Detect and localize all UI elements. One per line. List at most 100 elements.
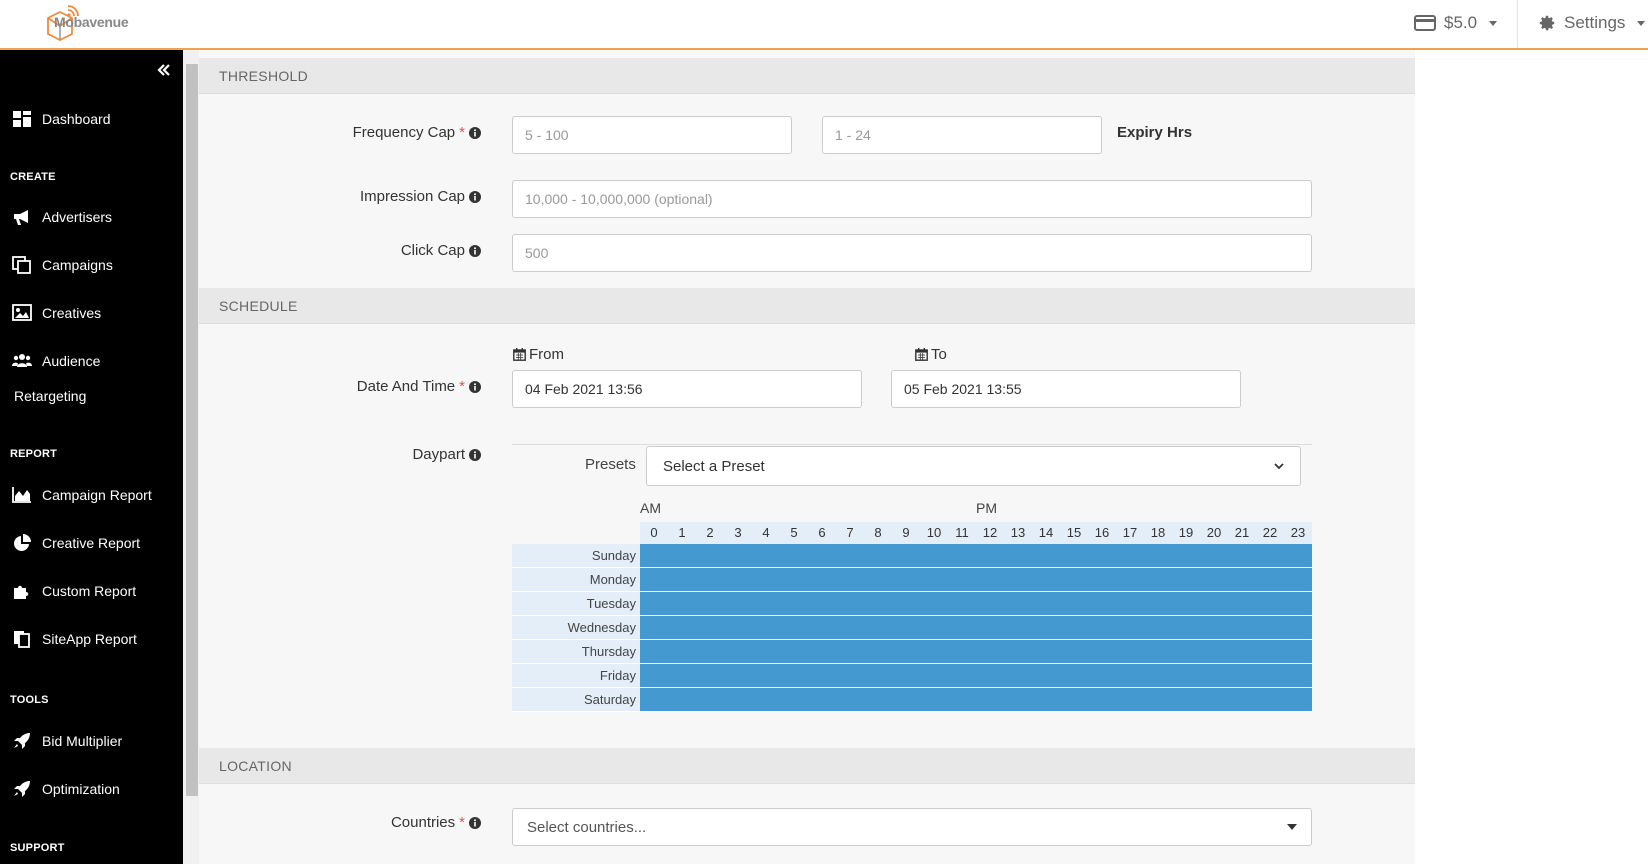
sidebar-item-label: Bid Multiplier: [42, 733, 123, 749]
sidebar-item-advertisers[interactable]: Advertisers: [12, 208, 112, 226]
label-text: Click Cap: [400, 242, 465, 259]
dashboard-icon: [13, 111, 31, 127]
sidebar-item-label[interactable]: Retargeting: [14, 388, 86, 404]
sidebar-item-dashboard[interactable]: Dashboard: [12, 110, 111, 128]
hour-label[interactable]: 0: [640, 522, 668, 544]
hour-label[interactable]: 19: [1172, 522, 1200, 544]
day-label[interactable]: Friday: [512, 664, 640, 688]
hour-label[interactable]: 15: [1060, 522, 1088, 544]
sidebar-item-creative-report[interactable]: Creative Report: [12, 534, 140, 552]
info-icon[interactable]: [469, 126, 481, 139]
sidebar-item-audience-retargeting[interactable]: Audience: [12, 352, 100, 370]
day-label[interactable]: Wednesday: [512, 616, 640, 640]
hour-label[interactable]: 16: [1088, 522, 1116, 544]
daypart-row[interactable]: [640, 544, 1312, 568]
megaphone-icon: [14, 210, 28, 225]
hour-label[interactable]: 21: [1228, 522, 1256, 544]
sidebar-item-siteapp-report[interactable]: SiteApp Report: [12, 630, 137, 648]
credit-card-icon: [1414, 15, 1436, 31]
hour-label[interactable]: 3: [724, 522, 752, 544]
daypart-row[interactable]: [640, 664, 1312, 688]
expiry-hours-input[interactable]: [822, 116, 1102, 154]
countries-placeholder: Select countries...: [527, 818, 647, 836]
frequency-cap-input[interactable]: [512, 116, 792, 154]
daypart-row[interactable]: [640, 616, 1312, 640]
impression-cap-input[interactable]: [512, 180, 1312, 218]
main-content: THRESHOLD Frequency Cap * Expiry Hrs Imp…: [199, 50, 1415, 864]
settings-dropdown[interactable]: Settings: [1538, 10, 1646, 36]
daypart-row[interactable]: [640, 568, 1312, 592]
sidebar-item-optimization[interactable]: Optimization: [12, 780, 120, 798]
divider: [512, 444, 1312, 445]
hours-header: 0 1 2 3 4 5 6 7 8 9 10 11 12 13 14 15 16 17 18 19 20 21 22 23: [640, 522, 1312, 544]
label-text: Frequency Cap: [352, 124, 456, 141]
hour-label[interactable]: 14: [1032, 522, 1060, 544]
day-label[interactable]: Tuesday: [512, 592, 640, 616]
gear-icon: [1539, 15, 1555, 31]
rocket-icon: [14, 781, 30, 797]
hour-label[interactable]: 23: [1284, 522, 1312, 544]
balance-dropdown[interactable]: $5.0: [1414, 10, 1498, 36]
hour-label[interactable]: 17: [1116, 522, 1144, 544]
info-icon[interactable]: [469, 244, 481, 257]
day-label[interactable]: Thursday: [512, 640, 640, 664]
hour-label[interactable]: 6: [808, 522, 836, 544]
section-header-schedule: SCHEDULE: [199, 288, 1415, 324]
hour-label[interactable]: 1: [668, 522, 696, 544]
section-header-threshold: THRESHOLD: [199, 58, 1415, 94]
info-icon[interactable]: [469, 816, 481, 829]
puzzle-icon: [14, 585, 29, 599]
date-from-input[interactable]: [512, 370, 862, 408]
day-label[interactable]: Saturday: [512, 688, 640, 712]
hour-label[interactable]: 18: [1144, 522, 1172, 544]
sidebar-item-campaign-report[interactable]: Campaign Report: [12, 486, 152, 504]
hour-label[interactable]: 22: [1256, 522, 1284, 544]
chevron-down-icon: [1489, 20, 1498, 26]
scrollbar-thumb[interactable]: [186, 64, 198, 796]
info-icon[interactable]: [469, 380, 481, 393]
double-chevron-left-icon[interactable]: [156, 62, 172, 78]
info-icon[interactable]: [469, 190, 481, 203]
date-to-input[interactable]: [891, 370, 1241, 408]
sidebar-item-bid-multiplier[interactable]: Bid Multiplier: [12, 732, 122, 750]
day-label[interactable]: Sunday: [512, 544, 640, 568]
hour-label[interactable]: 12: [976, 522, 1004, 544]
date-time-label: Date And Time *: [199, 378, 481, 395]
hour-label[interactable]: 10: [920, 522, 948, 544]
day-label[interactable]: Monday: [512, 568, 640, 592]
calendar-icon: [513, 348, 526, 361]
sidebar-item-label: Custom Report: [42, 583, 137, 599]
sidebar-item-label: SiteApp Report: [42, 631, 137, 647]
sidebar-item-creatives[interactable]: Creatives: [12, 304, 101, 322]
hour-label[interactable]: 4: [752, 522, 780, 544]
sidebar-item-campaigns[interactable]: Campaigns: [12, 256, 113, 274]
sidebar-item-custom-report[interactable]: Custom Report: [12, 582, 136, 600]
click-cap-input[interactable]: [512, 234, 1312, 272]
rocket-icon: [14, 733, 30, 749]
hour-label[interactable]: 7: [836, 522, 864, 544]
daypart-grid[interactable]: [640, 544, 1312, 712]
daypart-row[interactable]: [640, 592, 1312, 616]
sidebar-section-tools: TOOLS: [10, 694, 49, 706]
hour-label[interactable]: 11: [948, 522, 976, 544]
required-marker: *: [459, 124, 465, 141]
balance-value: $5.0: [1444, 13, 1478, 32]
hour-label[interactable]: 2: [696, 522, 724, 544]
sidebar-item-label: Advertisers: [42, 209, 113, 225]
area-chart-icon: [12, 487, 31, 503]
label-text: Date And Time: [356, 378, 456, 395]
calendar-icon: [915, 348, 928, 361]
daypart-row[interactable]: [640, 640, 1312, 664]
hour-label[interactable]: 5: [780, 522, 808, 544]
countries-select[interactable]: Select countries...: [512, 808, 1312, 846]
info-icon[interactable]: [469, 448, 481, 461]
hour-label[interactable]: 9: [892, 522, 920, 544]
copy-icon: [12, 256, 31, 274]
hour-label[interactable]: 8: [864, 522, 892, 544]
hour-label[interactable]: 13: [1004, 522, 1032, 544]
daypart-row[interactable]: [640, 688, 1312, 712]
image-icon: [12, 304, 32, 321]
to-label: To: [931, 346, 947, 363]
preset-select[interactable]: Select a Preset: [646, 446, 1301, 486]
hour-label[interactable]: 20: [1200, 522, 1228, 544]
